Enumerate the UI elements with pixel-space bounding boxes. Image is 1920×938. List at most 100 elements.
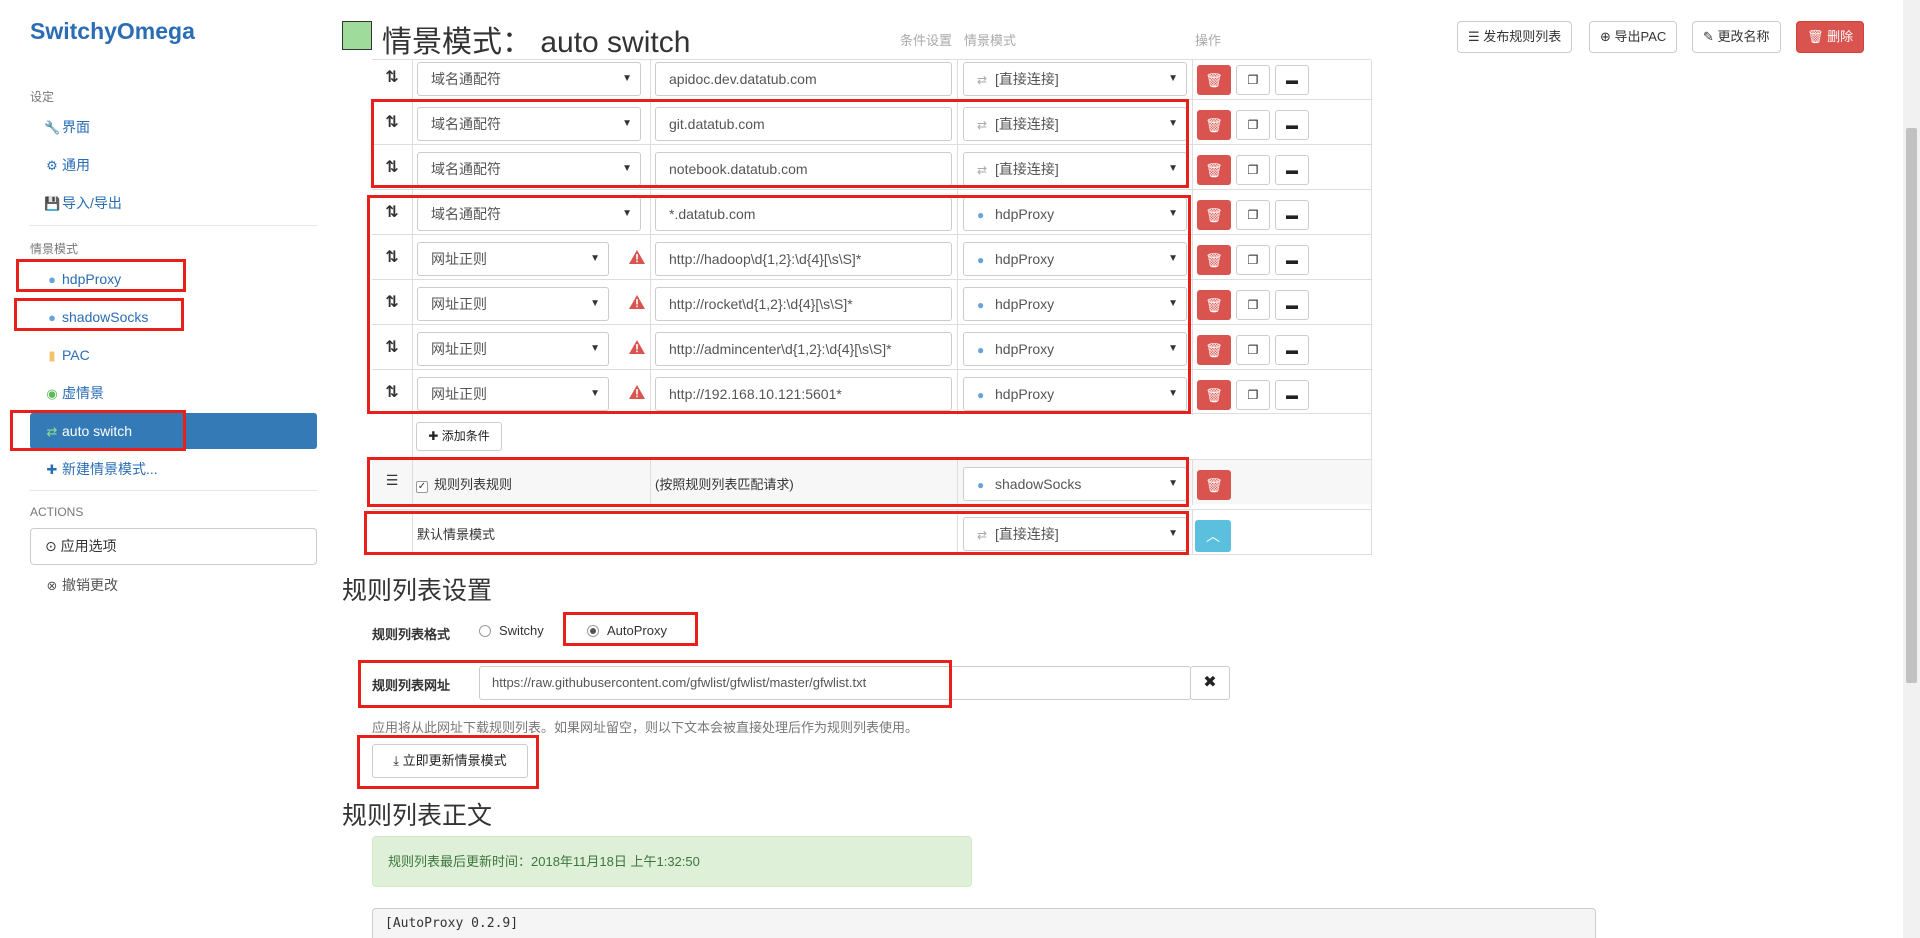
- delete-rule-button[interactable]: 🗑: [1197, 200, 1231, 230]
- condition-type-select[interactable]: 域名通配符 ▼: [417, 62, 641, 96]
- plus-icon: ✚: [428, 429, 439, 443]
- sidebar-item-new-profile[interactable]: ✚ 新建情景模式...: [30, 451, 317, 487]
- reorder-handle-icon[interactable]: ⇅: [382, 157, 402, 177]
- clone-rule-button[interactable]: ❐: [1236, 290, 1270, 320]
- trash-icon: 🗑: [1205, 477, 1223, 493]
- rename-button[interactable]: ✎ 更改名称: [1692, 21, 1781, 53]
- result-profile-select[interactable]: ● hdpProxy ▼: [963, 287, 1187, 321]
- reorder-handle-icon[interactable]: ⇅: [382, 202, 402, 222]
- column-divider: [1192, 370, 1193, 415]
- condition-type-select[interactable]: 网址正则 ▼: [417, 332, 609, 366]
- rule-note-button[interactable]: ▬: [1275, 335, 1309, 365]
- delete-rule-button[interactable]: 🗑: [1197, 65, 1231, 95]
- rule-list-textarea[interactable]: [AutoProxy 0.2.9]: [372, 908, 1596, 938]
- sidebar-item-hdpproxy[interactable]: ● hdpProxy: [30, 261, 317, 297]
- move-up-button[interactable]: ︿: [1195, 520, 1231, 552]
- result-profile-select[interactable]: ⇄ [直接连接] ▼: [963, 107, 1187, 141]
- condition-value-input[interactable]: http://rocket\d{1,2}:\d{4}[\s\S]*: [655, 287, 952, 321]
- sidebar-item-general[interactable]: ⚙ 通用: [30, 147, 317, 183]
- update-profile-button[interactable]: ⤓ 立即更新情景模式: [372, 744, 528, 778]
- sidebar-item-shadowsocks[interactable]: ● shadowSocks: [30, 299, 317, 335]
- sidebar-item-label: 界面: [62, 119, 90, 135]
- result-profile-select[interactable]: ⇄ [直接连接] ▼: [963, 62, 1187, 96]
- clone-rule-button[interactable]: ❐: [1236, 200, 1270, 230]
- reorder-handle-icon[interactable]: ⇅: [382, 292, 402, 312]
- delete-rule-button[interactable]: 🗑: [1197, 290, 1231, 320]
- condition-type-select[interactable]: 网址正则 ▼: [417, 242, 609, 276]
- rule-list-profile-select[interactable]: ● shadowSocks ▼: [963, 467, 1187, 501]
- condition-value-input[interactable]: notebook.datatub.com: [655, 152, 952, 186]
- result-profile-select[interactable]: ● hdpProxy ▼: [963, 377, 1187, 411]
- sidebar-item-auto-switch[interactable]: ⇄ auto switch: [30, 413, 317, 449]
- condition-value-input[interactable]: http://admincenter\d{1,2}:\d{4}[\s\S]*: [655, 332, 952, 366]
- profile-color-swatch[interactable]: [342, 21, 372, 50]
- chevron-up-icon: ︿: [1206, 528, 1220, 544]
- clone-rule-button[interactable]: ❐: [1236, 335, 1270, 365]
- default-profile-select[interactable]: ⇄ [直接连接] ▼: [963, 517, 1187, 551]
- rule-note-button[interactable]: ▬: [1275, 155, 1309, 185]
- app-brand[interactable]: SwitchyOmega: [30, 18, 195, 45]
- discard-changes-link[interactable]: ⊗ 撤销更改: [30, 567, 317, 603]
- condition-type-select[interactable]: 域名通配符 ▼: [417, 152, 641, 186]
- caret-down-icon: ▼: [622, 118, 632, 129]
- scrollbar-thumb[interactable]: [1906, 128, 1917, 683]
- page-scrollbar[interactable]: [1903, 0, 1920, 938]
- reorder-handle-icon[interactable]: ⇅: [382, 67, 402, 87]
- add-condition-button[interactable]: ✚ 添加条件: [416, 422, 502, 451]
- clone-rule-button[interactable]: ❐: [1236, 380, 1270, 410]
- column-divider: [412, 100, 413, 145]
- globe-icon: ●: [48, 272, 56, 287]
- reorder-handle-icon[interactable]: ⇅: [382, 247, 402, 267]
- export-pac-button[interactable]: ⊕ 导出PAC: [1589, 21, 1678, 53]
- rule-note-button[interactable]: ▬: [1275, 200, 1309, 230]
- result-profile-select[interactable]: ⇄ [直接连接] ▼: [963, 152, 1187, 186]
- delete-rule-button[interactable]: 🗑: [1197, 110, 1231, 140]
- sidebar-item-import-export[interactable]: 💾 导入/导出: [30, 185, 317, 221]
- delete-profile-button[interactable]: 🗑 删除: [1796, 21, 1865, 53]
- column-divider: [1192, 190, 1193, 235]
- format-radio-autoproxy[interactable]: AutoProxy: [587, 623, 667, 638]
- result-profile-select[interactable]: ● hdpProxy ▼: [963, 332, 1187, 366]
- clone-rule-button[interactable]: ❐: [1236, 110, 1270, 140]
- reorder-handle-icon[interactable]: ⇅: [382, 337, 402, 357]
- condition-value-input[interactable]: git.datatub.com: [655, 107, 952, 141]
- condition-value-input[interactable]: http://hadoop\d{1,2}:\d{4}[\s\S]*: [655, 242, 952, 276]
- condition-type-select[interactable]: 域名通配符 ▼: [417, 107, 641, 141]
- condition-type-select[interactable]: 网址正则 ▼: [417, 287, 609, 321]
- result-profile-select[interactable]: ● hdpProxy ▼: [963, 197, 1187, 231]
- clone-rule-button[interactable]: ❐: [1236, 155, 1270, 185]
- rule-note-button[interactable]: ▬: [1275, 290, 1309, 320]
- clear-url-button[interactable]: ✖: [1190, 666, 1230, 700]
- delete-rule-button[interactable]: 🗑: [1197, 470, 1231, 500]
- selected-condition-type: 网址正则: [431, 251, 487, 267]
- apply-options-button[interactable]: ⊙ 应用选项: [30, 528, 317, 565]
- condition-value-input[interactable]: http://192.168.10.121:5601*: [655, 377, 952, 411]
- rule-note-button[interactable]: ▬: [1275, 245, 1309, 275]
- condition-type-select[interactable]: 域名通配符 ▼: [417, 197, 641, 231]
- publish-rule-list-button[interactable]: ☰ 发布规则列表: [1457, 21, 1573, 53]
- sidebar-item-virtual[interactable]: ◉ 虚情景: [30, 375, 317, 411]
- caret-down-icon: ▼: [1168, 118, 1178, 129]
- result-profile-select[interactable]: ● hdpProxy ▼: [963, 242, 1187, 276]
- sidebar-item-interface[interactable]: 🔧 界面: [30, 109, 317, 145]
- reorder-handle-icon[interactable]: ⇅: [382, 382, 402, 402]
- reorder-handle-icon[interactable]: ⇅: [382, 112, 402, 132]
- rule-list-toggle[interactable]: ✓ 规则列表规则: [416, 474, 512, 493]
- rule-note-button[interactable]: ▬: [1275, 380, 1309, 410]
- format-radio-switchy[interactable]: Switchy: [479, 623, 544, 638]
- rule-list-url-input[interactable]: https://raw.githubusercontent.com/gfwlis…: [479, 666, 1191, 700]
- condition-type-select[interactable]: 网址正则 ▼: [417, 377, 609, 411]
- delete-rule-button[interactable]: 🗑: [1197, 335, 1231, 365]
- delete-rule-button[interactable]: 🗑: [1197, 155, 1231, 185]
- delete-rule-button[interactable]: 🗑: [1197, 245, 1231, 275]
- condition-value-input[interactable]: *.datatub.com: [655, 197, 952, 231]
- sidebar-item-pac[interactable]: ▮ PAC: [30, 337, 317, 373]
- delete-rule-button[interactable]: 🗑: [1197, 380, 1231, 410]
- rule-note-button[interactable]: ▬: [1275, 110, 1309, 140]
- clone-rule-button[interactable]: ❐: [1236, 65, 1270, 95]
- rule-note-button[interactable]: ▬: [1275, 65, 1309, 95]
- clone-rule-button[interactable]: ❐: [1236, 245, 1270, 275]
- selected-profile: [直接连接]: [995, 71, 1059, 87]
- rule-list-checkbox[interactable]: ✓: [416, 481, 428, 493]
- condition-value-input[interactable]: apidoc.dev.datatub.com: [655, 62, 952, 96]
